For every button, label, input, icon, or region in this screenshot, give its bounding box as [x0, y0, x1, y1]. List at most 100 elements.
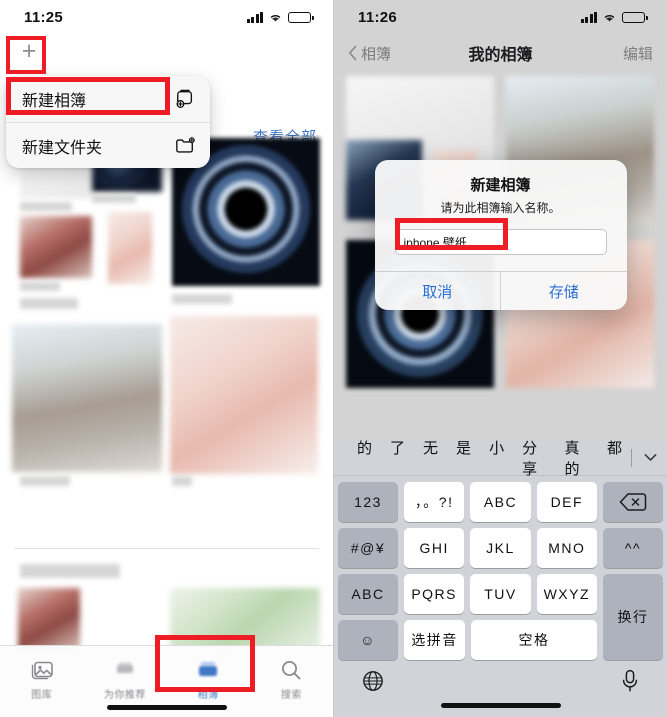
battery-icon — [288, 11, 314, 23]
cellular-signal-icon — [580, 11, 597, 23]
keyboard-keys: 123 ，。?! ABC DEF #@¥ GHI JKL MNO ABC PQR… — [334, 482, 667, 660]
dialog-subtitle: 请为此相簿输入名称。 — [440, 201, 561, 215]
left-status-bar: 11:25 — [0, 0, 333, 34]
dialog-body: 新建相簿 请为此相簿输入名称。 iphone 壁纸 — [375, 160, 627, 271]
navigation-bar: 相簿 我的相簿 编辑 — [334, 34, 667, 72]
suggestion-item[interactable]: 了 — [381, 437, 414, 479]
menu-item-new-folder[interactable]: 新建文件夹 — [6, 122, 210, 168]
suggestion-bar: 的 了 无 是 小 分享 真的 都 — [334, 437, 667, 479]
key-punctuation[interactable]: ，。?! — [404, 482, 465, 522]
highlight-albums-tab — [155, 635, 255, 692]
suggestion-item[interactable]: 无 — [414, 437, 447, 479]
tab-for-you-label: 为你推荐 — [103, 690, 146, 701]
right-status-bar: 11:26 — [334, 0, 667, 34]
left-toolbar: + — [0, 34, 333, 76]
suggestion-divider — [631, 448, 632, 467]
tab-search[interactable]: 搜索 — [250, 655, 333, 701]
cancel-button[interactable]: 取消 — [375, 272, 501, 310]
search-icon — [280, 655, 302, 681]
globe-icon[interactable] — [362, 670, 384, 692]
photo-thumb[interactable] — [18, 588, 80, 650]
new-album-icon — [176, 89, 193, 108]
status-time: 11:26 — [358, 8, 398, 26]
keyboard: 的 了 无 是 小 分享 真的 都 123 ，。?! ABC DEF #@¥ G… — [334, 440, 667, 717]
chevron-down-icon[interactable] — [642, 449, 659, 466]
section-divider — [14, 548, 319, 549]
photo-caption — [20, 202, 72, 211]
status-icons — [580, 11, 648, 23]
keyboard-bottom-bar — [334, 660, 667, 716]
left-phone-screen: 11:25 + 新建相簿 新建文件夹 图库 为你推荐 相簿 搜索 — [0, 0, 334, 717]
photo-thumb[interactable] — [170, 316, 318, 474]
key-letters-abc[interactable]: ABC — [338, 574, 398, 614]
key-caret[interactable]: ^^ — [603, 528, 663, 568]
key-numbers[interactable]: 123 — [338, 482, 398, 522]
dialog-actions: 取消 存储 — [374, 271, 627, 310]
tab-search-label: 搜索 — [280, 690, 302, 701]
photo-caption — [172, 294, 232, 304]
highlight-add-button — [6, 36, 46, 74]
photo-caption — [20, 564, 120, 578]
keyboard-row-1: 123 ，。?! ABC DEF — [338, 482, 597, 522]
dual-screenshot: 11:25 + 新建相簿 新建文件夹 图库 为你推荐 相簿 搜索 11:26 相… — [0, 0, 667, 717]
highlight-album-name-input — [395, 218, 508, 250]
suggestion-item[interactable]: 真的 — [556, 437, 598, 479]
menu-item-new-folder-label: 新建文件夹 — [22, 139, 103, 157]
keyboard-left-block: 123 ，。?! ABC DEF #@¥ GHI JKL MNO ABC PQR… — [338, 482, 597, 660]
status-time: 11:25 — [24, 8, 64, 26]
key-select-pinyin[interactable]: 选拼音 — [404, 620, 466, 660]
photo-caption — [20, 298, 78, 309]
key-mno[interactable]: MNO — [536, 528, 597, 568]
back-button-label: 相簿 — [361, 45, 392, 63]
home-indicator — [106, 705, 227, 710]
photo-caption — [172, 476, 192, 486]
right-phone-screen: 11:26 相簿 我的相簿 编辑 新建相簿 请为此相簿输入名称。 iphone … — [334, 0, 667, 717]
save-button[interactable]: 存储 — [500, 272, 627, 310]
suggestion-items: 的 了 无 是 小 分享 真的 都 — [348, 437, 631, 479]
emoji-icon[interactable]: ☺ — [338, 620, 398, 660]
suggestion-item[interactable]: 小 — [480, 437, 513, 479]
photo-thumb[interactable] — [20, 216, 92, 278]
left-album-content: 查看全部 — [0, 76, 333, 717]
key-def[interactable]: DEF — [536, 482, 597, 522]
highlight-new-album-item — [6, 77, 170, 115]
cellular-signal-icon — [246, 11, 263, 23]
new-folder-icon — [176, 136, 195, 153]
key-symbols[interactable]: #@¥ — [338, 528, 398, 568]
home-indicator — [440, 703, 561, 708]
key-wxyz[interactable]: WXYZ — [536, 574, 597, 614]
wifi-icon — [604, 14, 615, 21]
edit-button[interactable]: 编辑 — [623, 43, 653, 64]
suggestion-item[interactable]: 是 — [447, 437, 480, 479]
photo-caption — [20, 476, 70, 486]
wifi-icon — [270, 14, 281, 21]
status-icons — [246, 11, 314, 23]
key-return[interactable]: 换行 — [603, 574, 663, 660]
tab-photos-label: 图库 — [31, 690, 53, 701]
suggestion-item[interactable]: 分享 — [513, 437, 555, 479]
photo-caption — [20, 282, 60, 291]
key-tuv[interactable]: TUV — [470, 574, 531, 614]
photo-thumb[interactable] — [12, 324, 162, 472]
key-jkl[interactable]: JKL — [470, 528, 531, 568]
key-ghi[interactable]: GHI — [404, 528, 465, 568]
tab-photos[interactable]: 图库 — [0, 655, 83, 701]
tab-for-you[interactable]: 为你推荐 — [83, 655, 166, 701]
key-space[interactable]: 空格 — [471, 620, 597, 660]
keyboard-row-4: ☺ 选拼音 空格 — [338, 620, 597, 660]
key-abc[interactable]: ABC — [470, 482, 531, 522]
keyboard-row-3: ABC PQRS TUV WXYZ — [338, 574, 597, 614]
key-pqrs[interactable]: PQRS — [404, 574, 465, 614]
keyboard-right-block: ^^ 换行 — [603, 482, 663, 660]
back-button[interactable]: 相簿 — [348, 43, 391, 64]
chevron-left-icon — [348, 45, 357, 61]
photo-caption — [92, 194, 136, 203]
photo-thumb[interactable] — [108, 212, 152, 284]
keyboard-row-2: #@¥ GHI JKL MNO — [338, 528, 597, 568]
suggestion-item[interactable]: 都 — [598, 437, 631, 479]
for-you-icon — [113, 655, 137, 681]
delete-icon[interactable] — [603, 482, 663, 522]
dialog-title: 新建相簿 — [470, 177, 531, 194]
microphone-icon[interactable] — [621, 669, 639, 693]
suggestion-item[interactable]: 的 — [348, 437, 381, 479]
